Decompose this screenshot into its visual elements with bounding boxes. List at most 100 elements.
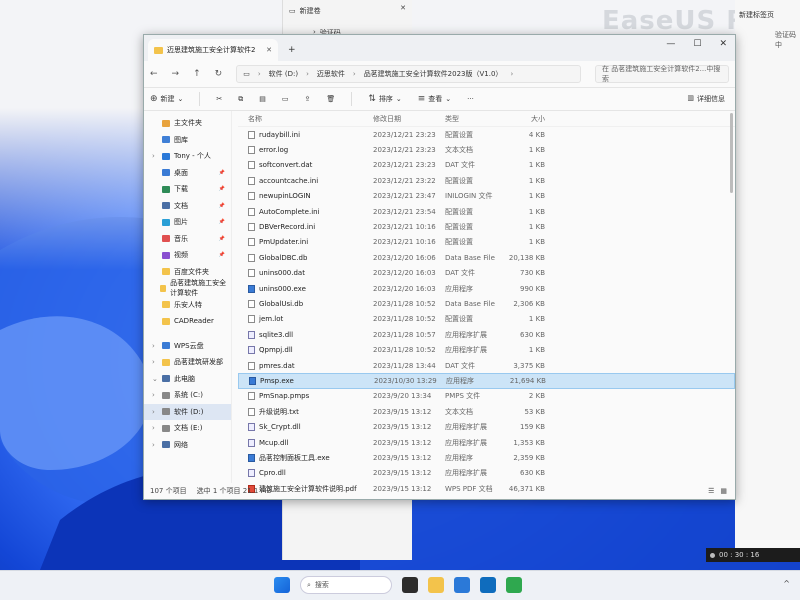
sidebar-item[interactable]: 桌面 📌 [144, 165, 231, 182]
table-row[interactable]: GlobalDBC.db 2023/12/20 16:06 Data Base Fi… [238, 250, 735, 265]
chevron-icon[interactable]: › [152, 391, 158, 399]
table-row[interactable]: 升级说明.txt 2023/9/15 13:12 文本文档 53 KB [238, 404, 735, 419]
store-icon[interactable] [480, 577, 496, 593]
chevron-icon[interactable]: › [152, 441, 158, 449]
address-segment[interactable]: 品茗建筑施工安全计算软件2023版（V1.0） [364, 69, 503, 79]
table-row[interactable]: unins000.exe 2023/12/20 16:03 应用程序 990 KB [238, 281, 735, 296]
tab-close-icon[interactable]: ✕ [266, 46, 272, 54]
copy-icon[interactable]: ⧉ [238, 95, 243, 104]
file-explorer-icon[interactable] [428, 577, 444, 593]
task-view-icon[interactable] [402, 577, 418, 593]
sidebar-item[interactable]: 视频 📌 [144, 247, 231, 264]
table-row[interactable]: GlobalUsi.db 2023/11/28 10:52 Data Base Fi… [238, 296, 735, 311]
sidebar-item[interactable]: 图片 📌 [144, 214, 231, 231]
share-icon[interactable]: ⇪ [305, 95, 311, 103]
address-bar[interactable]: ▭ › 软件 (D:) › 迈思软件 › 品茗建筑施工安全计算软件2023版（V… [236, 65, 581, 83]
table-row[interactable]: Mcup.dll 2023/9/15 13:12 应用程序扩展 1,353 KB [238, 435, 735, 450]
chevron-right-icon: › [352, 70, 356, 78]
explorer-tab[interactable]: 迈思建筑施工安全计算软件2 ✕ [148, 39, 278, 61]
table-row[interactable]: PmSnap.pmps 2023/9/20 13:34 PMPS 文件 2 KB [238, 389, 735, 404]
table-row[interactable]: error.log 2023/12/21 23:23 文本文档 1 KB [238, 142, 735, 157]
chevron-up-icon[interactable]: ^ [783, 579, 790, 588]
column-header-type[interactable]: 类型 [445, 114, 505, 124]
search-placeholder: 在 品茗建筑施工安全计算软件2...中搜索 [602, 65, 721, 83]
pin-icon: 📌 [218, 219, 225, 226]
sidebar-item[interactable]: CADReader [144, 313, 231, 330]
address-segment[interactable]: 软件 (D:) [269, 69, 298, 79]
sidebar-item[interactable]: 音乐 📌 [144, 231, 231, 248]
sidebar-item[interactable]: › Tony - 个人 [144, 148, 231, 165]
details-button[interactable]: ▥ 详细信息 [687, 94, 725, 104]
more-icon[interactable]: ··· [467, 95, 474, 103]
rename-icon[interactable]: ▭ [282, 95, 289, 103]
right-tab[interactable]: 新建标签页 [739, 10, 774, 20]
table-row[interactable]: AutoComplete.ini 2023/12/21 23:54 配置设置 1 KB [238, 204, 735, 219]
app-icon[interactable] [506, 577, 522, 593]
table-row[interactable]: DBVerRecord.ini 2023/12/21 10:16 配置设置 1 KB [238, 219, 735, 234]
background-tab[interactable]: ▭ 新建卷 [289, 6, 321, 16]
close-icon[interactable]: ✕ [400, 4, 406, 12]
sidebar-item[interactable]: 文档 📌 [144, 198, 231, 215]
column-header-size[interactable]: 大小 [505, 114, 545, 124]
table-row[interactable]: pmres.dat 2023/11/28 13:44 DAT 文件 3,375 KB [238, 358, 735, 373]
sidebar-item[interactable]: 品茗建筑施工安全计算软件 [144, 279, 231, 297]
refresh-icon[interactable]: ↻ [215, 69, 223, 79]
table-row[interactable]: Sk_Crypt.dll 2023/9/15 13:12 应用程序扩展 159 KB [238, 419, 735, 434]
maximize-icon[interactable]: ☐ [693, 39, 701, 49]
table-row[interactable]: sqlite3.dll 2023/11/28 10:57 应用程序扩展 630 KB [238, 327, 735, 342]
sidebar-item[interactable]: 乐安人特 [144, 297, 231, 314]
new-button[interactable]: ⊕ 新建 ⌄ [150, 94, 183, 104]
chevron-icon[interactable]: › [152, 424, 158, 432]
table-row[interactable]: Cpro.dll 2023/9/15 13:12 应用程序扩展 630 KB [238, 466, 735, 481]
table-row[interactable]: accountcache.ini 2023/12/21 23:22 配置设置 1 KB [238, 173, 735, 188]
sidebar-item[interactable]: ⌄ 此电脑 [144, 371, 231, 388]
vertical-scrollbar[interactable] [730, 113, 733, 193]
sidebar-item[interactable]: › 品茗建筑研发部 [144, 354, 231, 371]
table-row[interactable]: softconvert.dat 2023/12/21 23:23 DAT 文件 1 K… [238, 158, 735, 173]
sidebar-item[interactable]: › WPS云盘 [144, 338, 231, 355]
table-row[interactable]: PmUpdater.ini 2023/12/21 10:16 配置设置 1 KB [238, 235, 735, 250]
chevron-icon[interactable]: › [152, 342, 158, 350]
new-tab-button[interactable]: + [288, 45, 296, 55]
taskbar-search[interactable]: ⌕ 搜索 [300, 576, 392, 594]
table-row[interactable]: unins000.dat 2023/12/20 16:03 DAT 文件 730 KB [238, 266, 735, 281]
chevron-icon[interactable]: › [152, 152, 158, 160]
table-row[interactable]: Qpmpj.dll 2023/11/28 10:52 应用程序扩展 1 KB [238, 342, 735, 357]
details-view-icon[interactable]: ☰ [708, 487, 714, 495]
close-window-icon[interactable]: ✕ [719, 39, 727, 49]
search-input[interactable]: 在 品茗建筑施工安全计算软件2...中搜索 [595, 65, 729, 83]
table-row[interactable]: newupinLOGIN 2023/12/21 23:47 INILOGIN 文件 1… [238, 189, 735, 204]
file-size: 1,353 KB [513, 438, 545, 447]
cut-icon[interactable]: ✂ [216, 95, 222, 103]
back-arrow-icon[interactable]: ← [150, 69, 158, 79]
sidebar-item[interactable]: › 软件 (D:) [144, 403, 231, 420]
table-row[interactable]: Pmsp.exe 2023/10/30 13:29 应用程序 21,694 KB [238, 373, 735, 389]
table-row[interactable]: jem.lot 2023/11/28 10:52 配置设置 1 KB [238, 312, 735, 327]
up-arrow-icon[interactable]: ↑ [193, 69, 201, 79]
chevron-icon[interactable]: › [152, 358, 158, 366]
sidebar-item[interactable]: 图库 [144, 132, 231, 149]
tiles-view-icon[interactable]: ▦ [720, 487, 727, 495]
start-icon[interactable] [274, 577, 290, 593]
column-header-name[interactable]: 名称 [238, 114, 373, 124]
minimize-icon[interactable]: — [666, 39, 675, 49]
sort-button[interactable]: ⇅ 排序 ⌄ [368, 94, 401, 104]
edge-icon[interactable] [454, 577, 470, 593]
sidebar-item[interactable]: › 文档 (E:) [144, 420, 231, 437]
sidebar-item[interactable]: › 系统 (C:) [144, 387, 231, 404]
file-name: Sk_Crypt.dll [259, 423, 301, 432]
table-row[interactable]: rudaybill.ini 2023/12/21 23:23 配置设置 4 KB [238, 127, 735, 142]
chevron-icon[interactable]: › [152, 408, 158, 416]
sidebar-item[interactable]: › 网络 [144, 437, 231, 454]
paste-icon[interactable]: ▤ [259, 95, 266, 103]
delete-icon[interactable]: 🗑 [326, 95, 335, 103]
sidebar-item[interactable]: 主文件夹 [144, 115, 231, 132]
view-button[interactable]: ≡ 查看 ⌄ [418, 94, 451, 104]
chevron-icon[interactable]: ⌄ [152, 375, 158, 383]
record-dot-icon[interactable] [710, 552, 715, 558]
table-row[interactable]: 品茗控制面板工具.exe 2023/9/15 13:12 应用程序 2,359 KB [238, 450, 735, 465]
column-header-date[interactable]: 修改日期 [373, 114, 445, 124]
address-segment[interactable]: 迈思软件 [317, 69, 345, 79]
forward-arrow-icon[interactable]: → [172, 69, 180, 79]
sidebar-item[interactable]: 下载 📌 [144, 181, 231, 198]
